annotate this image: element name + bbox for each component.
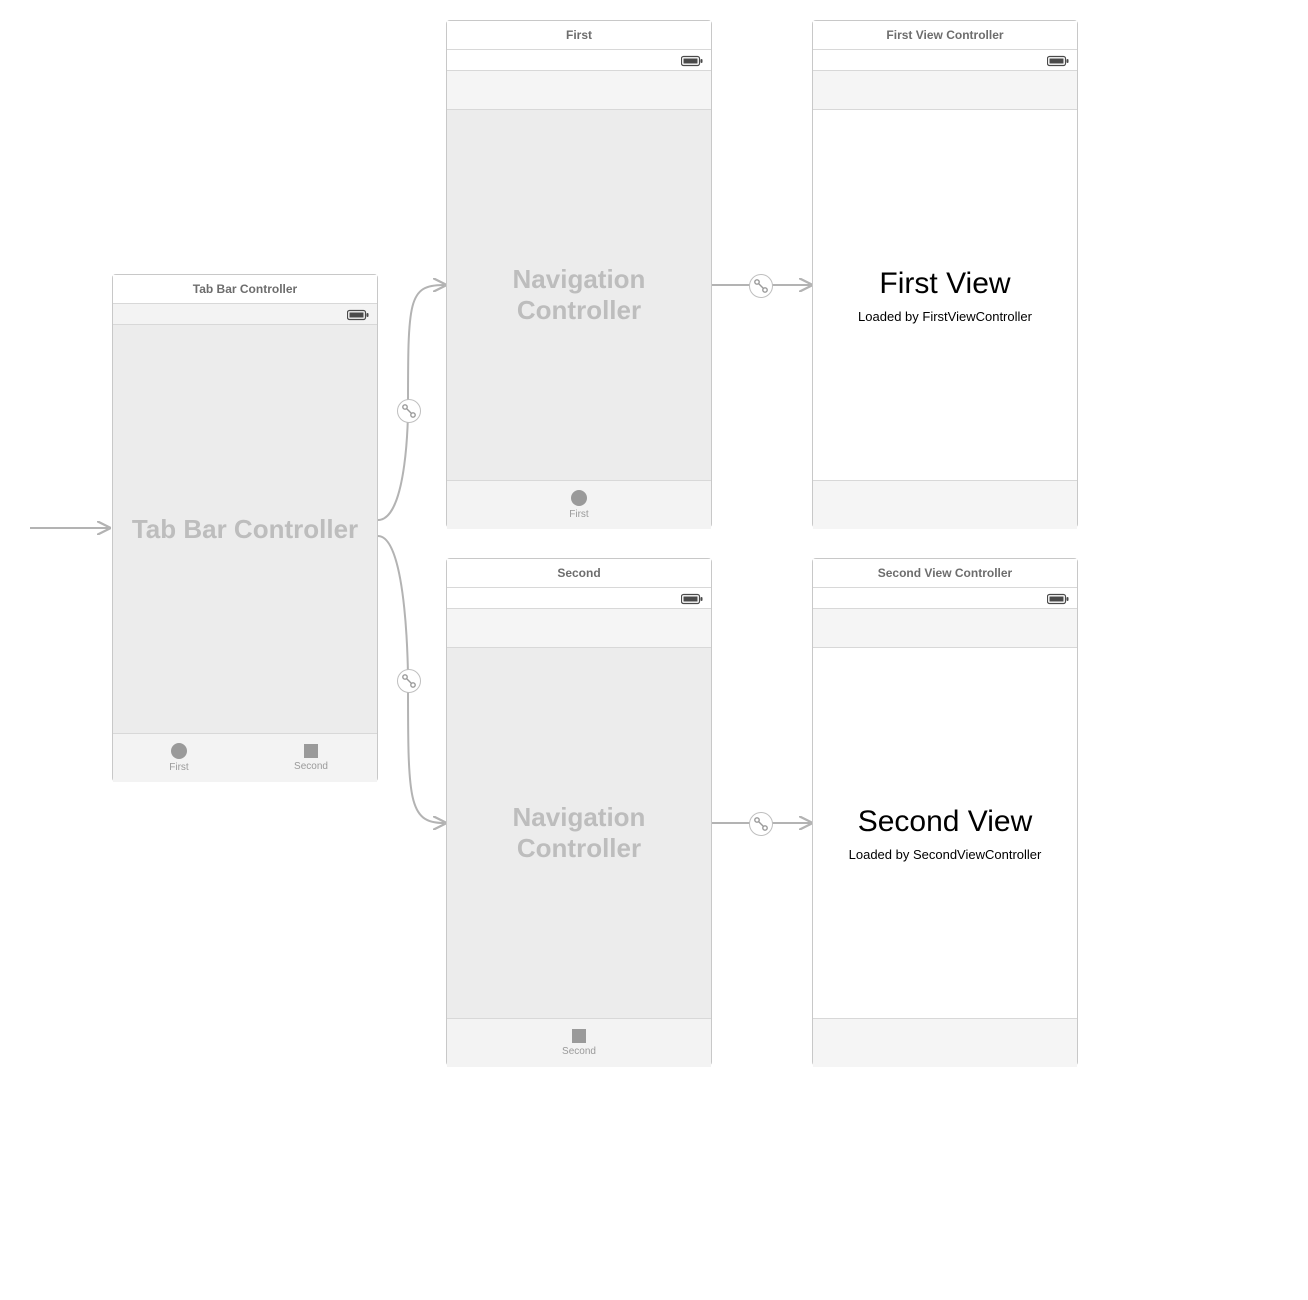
status-bar: [113, 304, 377, 325]
placeholder-label: Navigation Controller: [447, 802, 711, 864]
scene-body: Second View Loaded by SecondViewControll…: [813, 648, 1077, 1018]
circle-icon: [171, 743, 187, 759]
tab-second[interactable]: Second: [245, 734, 377, 782]
segue-badge-icon: [749, 274, 773, 298]
navigation-bar: [447, 71, 711, 110]
battery-icon: [1047, 54, 1069, 72]
tab-first[interactable]: First: [447, 481, 711, 529]
navigation-bar: [447, 609, 711, 648]
scene-first-view-controller[interactable]: First View Controller First View Loaded …: [812, 20, 1078, 528]
status-bar: [447, 50, 711, 71]
scene-title: Second View Controller: [813, 559, 1077, 588]
scene-title: First View Controller: [813, 21, 1077, 50]
tab-label: Second: [562, 1046, 596, 1057]
scene-second-view-controller[interactable]: Second View Controller Second View Loade…: [812, 558, 1078, 1066]
status-bar: [813, 50, 1077, 71]
battery-icon: [1047, 592, 1069, 610]
navigation-bar: [813, 609, 1077, 648]
view-subtitle-label: Loaded by FirstViewController: [858, 309, 1032, 324]
tab-label: First: [169, 762, 188, 773]
status-bar: [447, 588, 711, 609]
view-title-label: Second View: [858, 805, 1033, 839]
square-icon: [304, 744, 318, 758]
scene-title: Second: [447, 559, 711, 588]
view-subtitle-label: Loaded by SecondViewController: [849, 847, 1042, 862]
tab-first[interactable]: First: [113, 734, 245, 782]
circle-icon: [571, 490, 587, 506]
scene-nav-first[interactable]: First Navigation Controller First: [446, 20, 712, 528]
scene-body: Navigation Controller: [447, 110, 711, 480]
scene-body: Tab Bar Controller: [113, 325, 377, 733]
battery-icon: [681, 54, 703, 72]
tab-bar: Second: [447, 1018, 711, 1067]
tab-label: First: [569, 509, 588, 520]
tab-second[interactable]: Second: [447, 1019, 711, 1067]
tab-label: Second: [294, 761, 328, 772]
scene-title: Tab Bar Controller: [113, 275, 377, 304]
battery-icon: [347, 308, 369, 326]
tab-bar: First: [447, 480, 711, 529]
scene-nav-second[interactable]: Second Navigation Controller Second: [446, 558, 712, 1066]
storyboard-canvas[interactable]: Tab Bar Controller Tab Bar Controller Fi…: [0, 0, 1308, 1300]
scene-title: First: [447, 21, 711, 50]
scene-body: First View Loaded by FirstViewController: [813, 110, 1077, 480]
navigation-bar: [813, 71, 1077, 110]
scene-tab-bar-controller[interactable]: Tab Bar Controller Tab Bar Controller Fi…: [112, 274, 378, 782]
segue-badge-icon: [397, 399, 421, 423]
bottom-bar: [813, 480, 1077, 529]
status-bar: [813, 588, 1077, 609]
battery-icon: [681, 592, 703, 610]
view-title-label: First View: [879, 267, 1010, 301]
placeholder-label: Navigation Controller: [447, 264, 711, 326]
scene-body: Navigation Controller: [447, 648, 711, 1018]
segue-badge-icon: [749, 812, 773, 836]
square-icon: [572, 1029, 586, 1043]
tab-bar: First Second: [113, 733, 377, 782]
placeholder-label: Tab Bar Controller: [132, 514, 358, 545]
bottom-bar: [813, 1018, 1077, 1067]
segue-badge-icon: [397, 669, 421, 693]
